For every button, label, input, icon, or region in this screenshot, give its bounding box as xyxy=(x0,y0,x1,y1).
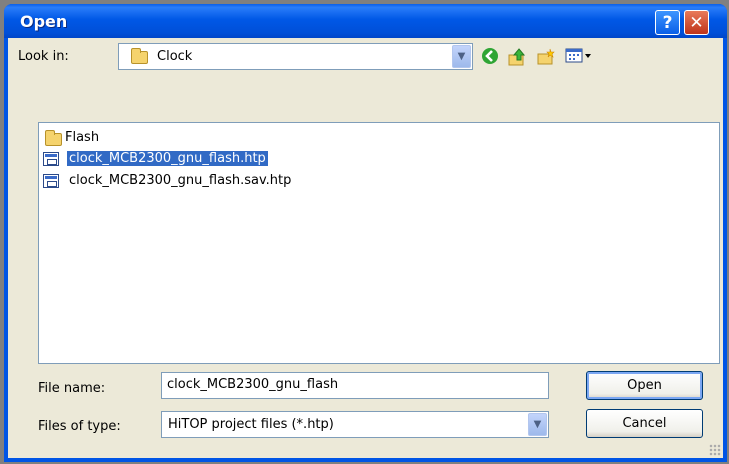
list-item-folder-flash[interactable]: Flash xyxy=(43,128,163,148)
file-list[interactable]: Flash clock_MCB2300_gnu_flash.htp clock_… xyxy=(38,122,720,364)
folder-icon xyxy=(45,130,62,146)
files-of-type-value: HiTOP project files (*.htp) xyxy=(168,417,334,432)
view-menu-icon[interactable] xyxy=(564,47,594,67)
folder-icon xyxy=(131,48,148,64)
files-of-type-label: Files of type: xyxy=(38,419,121,434)
look-in-combobox[interactable]: Clock ▼ xyxy=(118,43,473,70)
file-name-input[interactable] xyxy=(167,377,537,392)
back-arrow-green-icon[interactable] xyxy=(479,47,501,67)
file-name-label: File name: xyxy=(38,381,106,396)
open-dialog: Open ? ✕ Look in: Clock ▼ Flash clock_MC… xyxy=(4,4,727,462)
htp-file-icon xyxy=(43,174,59,188)
file-name: Flash xyxy=(65,130,100,145)
file-name-field[interactable] xyxy=(161,372,549,399)
file-name: clock_MCB2300_gnu_flash.sav.htp xyxy=(69,173,292,188)
close-button[interactable]: ✕ xyxy=(684,10,709,35)
open-button[interactable]: Open xyxy=(586,371,703,400)
look-in-label: Look in: xyxy=(18,49,69,64)
files-of-type-combobox[interactable]: HiTOP project files (*.htp) ▼ xyxy=(161,411,549,438)
title-bar[interactable]: Open ? ✕ xyxy=(4,4,727,38)
resize-grip[interactable] xyxy=(709,444,721,456)
look-in-dropdown-button[interactable]: ▼ xyxy=(452,45,471,68)
dialog-body: Look in: Clock ▼ Flash clock_MCB2300_gnu… xyxy=(8,38,723,458)
new-folder-icon[interactable] xyxy=(535,47,557,67)
help-button[interactable]: ? xyxy=(655,10,680,35)
list-item-file-selected[interactable]: clock_MCB2300_gnu_flash.htp xyxy=(43,149,383,169)
up-folder-icon[interactable] xyxy=(506,47,528,67)
dialog-title: Open xyxy=(20,12,68,31)
files-of-type-dropdown-button[interactable]: ▼ xyxy=(528,413,547,436)
htp-file-icon xyxy=(43,152,59,166)
cancel-button[interactable]: Cancel xyxy=(586,409,703,438)
look-in-value: Clock xyxy=(157,49,193,64)
list-item-file[interactable]: clock_MCB2300_gnu_flash.sav.htp xyxy=(43,171,403,191)
file-name: clock_MCB2300_gnu_flash.htp xyxy=(67,151,268,166)
